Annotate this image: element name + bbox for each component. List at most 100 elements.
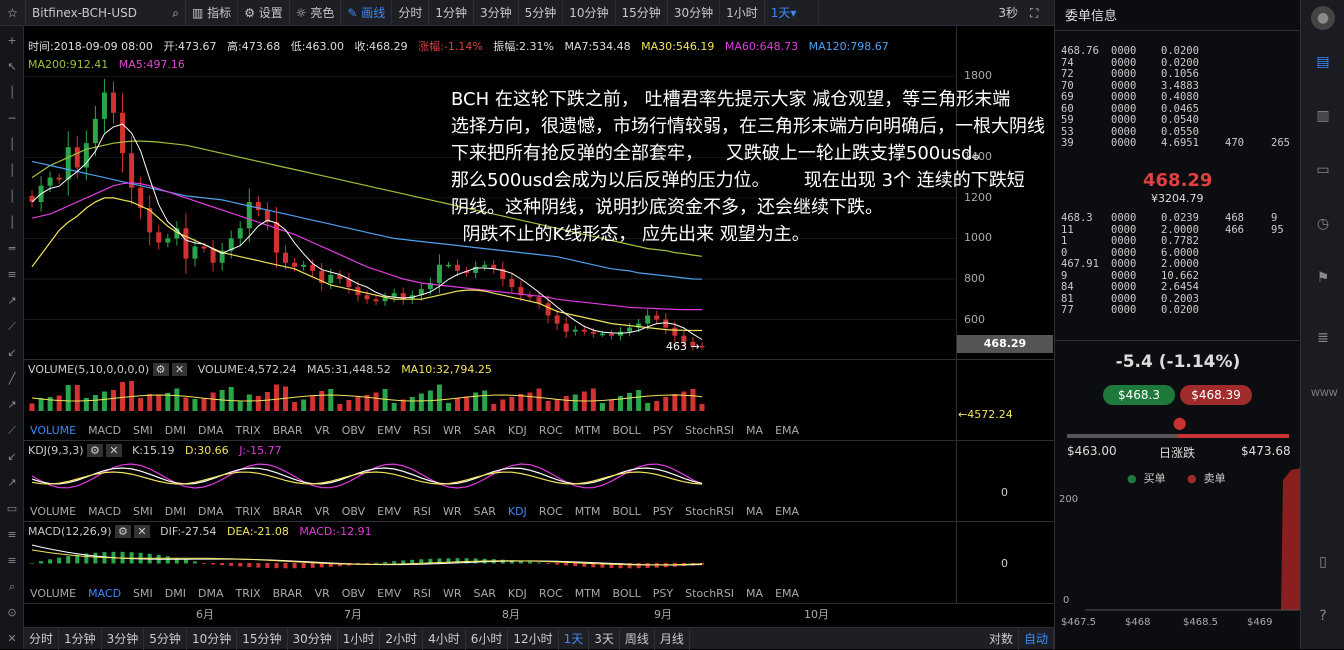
indicator-tab-vr[interactable]: VR xyxy=(309,585,336,603)
zoom-icon[interactable]: ⌕ xyxy=(5,580,19,594)
indicator-tab-smi[interactable]: SMI xyxy=(127,422,159,440)
clock-icon[interactable]: ◷ xyxy=(1311,212,1335,236)
indicator-tab-emv[interactable]: EMV xyxy=(371,503,407,521)
indicator-tab-kdj[interactable]: KDJ xyxy=(502,503,533,521)
www-icon[interactable]: WWW xyxy=(1311,382,1338,406)
interval-4[interactable]: 10分钟 xyxy=(563,0,616,26)
bottom-interval-12[interactable]: 1天 xyxy=(559,627,590,650)
volume-close-icon[interactable]: ✕ xyxy=(172,363,188,376)
indicator-tab-brar[interactable]: BRAR xyxy=(267,503,309,521)
bottom-interval-3[interactable]: 5分钟 xyxy=(144,627,187,650)
kdj-settings-icon[interactable]: ⚙ xyxy=(87,444,103,457)
indicator-tab-sar[interactable]: SAR xyxy=(468,585,502,603)
interval-6[interactable]: 30分钟 xyxy=(668,0,721,26)
avatar-icon[interactable]: ● xyxy=(1311,6,1335,30)
interval-dropdown[interactable]: 1天▾ xyxy=(765,0,819,26)
interval-3[interactable]: 5分钟 xyxy=(519,0,564,26)
indicator-tab-emv[interactable]: EMV xyxy=(371,422,407,440)
indicator-tab-wr[interactable]: WR xyxy=(437,422,468,440)
indicator-tab-ema[interactable]: EMA xyxy=(769,503,805,521)
interval-5[interactable]: 15分钟 xyxy=(616,0,668,26)
trash-icon[interactable]: ✕ xyxy=(5,632,19,646)
indicator-tab-sar[interactable]: SAR xyxy=(468,503,502,521)
indicator-tab-obv[interactable]: OBV xyxy=(336,585,371,603)
bar-chart-icon[interactable]: ▥ xyxy=(1311,104,1335,128)
bottom-interval-15[interactable]: 月线 xyxy=(655,627,690,650)
bottom-interval-14[interactable]: 周线 xyxy=(620,627,655,650)
arrow-icon[interactable]: ↙ xyxy=(5,346,19,360)
draw-button[interactable]: ✎ 画线 xyxy=(341,0,393,26)
indicator-tab-volume[interactable]: VOLUME xyxy=(24,585,82,603)
bottom-interval-6[interactable]: 30分钟 xyxy=(288,627,338,650)
stack-icon[interactable]: ≣ xyxy=(1311,326,1335,350)
indicator-tab-roc[interactable]: ROC xyxy=(533,503,569,521)
indicator-tab-macd[interactable]: MACD xyxy=(82,422,127,440)
rect-icon[interactable]: ▭ xyxy=(5,502,19,516)
bottom-interval-8[interactable]: 2小时 xyxy=(380,627,424,650)
indicator-tab-smi[interactable]: SMI xyxy=(127,585,159,603)
indicator-tab-rsi[interactable]: RSI xyxy=(407,503,437,521)
document-icon[interactable]: ▭ xyxy=(1311,158,1335,182)
indicator-tab-mtm[interactable]: MTM xyxy=(569,422,607,440)
indicator-tab-roc[interactable]: ROC xyxy=(533,585,569,603)
refresh-rate[interactable]: 3秒 xyxy=(992,0,1024,26)
indicator-tab-vr[interactable]: VR xyxy=(309,503,336,521)
indicator-tab-vr[interactable]: VR xyxy=(309,422,336,440)
indicator-tab-emv[interactable]: EMV xyxy=(371,585,407,603)
indicator-tab-wr[interactable]: WR xyxy=(437,585,468,603)
text-tool-icon[interactable]: ≡ xyxy=(5,528,19,542)
indicator-tab-boll[interactable]: BOLL xyxy=(607,585,647,603)
indicator-tab-stochrsi[interactable]: StochRSI xyxy=(679,422,740,440)
indicator-tab-dma[interactable]: DMA xyxy=(192,422,230,440)
interval-1[interactable]: 1分钟 xyxy=(429,0,474,26)
indicator-tab-ema[interactable]: EMA xyxy=(769,422,805,440)
bottom-interval-1[interactable]: 1分钟 xyxy=(59,627,102,650)
crosshair-icon[interactable]: + xyxy=(5,34,19,48)
hline-icon[interactable]: ─ xyxy=(5,112,19,126)
bottom-interval-0[interactable]: 分时 xyxy=(24,627,60,650)
bottom-interval-7[interactable]: 1小时 xyxy=(338,627,381,650)
help-icon[interactable]: ? xyxy=(1311,604,1335,628)
indicator-tab-kdj[interactable]: KDJ xyxy=(502,422,533,440)
indicator-tab-obv[interactable]: OBV xyxy=(336,422,371,440)
indicator-tab-macd[interactable]: MACD xyxy=(82,585,127,603)
indicator-tab-rsi[interactable]: RSI xyxy=(407,422,437,440)
vline-4-icon[interactable]: │ xyxy=(5,190,19,204)
indicator-tab-sar[interactable]: SAR xyxy=(468,422,502,440)
indicator-tab-dmi[interactable]: DMI xyxy=(159,503,192,521)
depth-chart[interactable] xyxy=(1055,460,1301,640)
indicator-tab-volume[interactable]: VOLUME xyxy=(24,422,82,440)
interval-2[interactable]: 3分钟 xyxy=(474,0,519,26)
indicator-tab-mtm[interactable]: MTM xyxy=(569,585,607,603)
kdj-close-icon[interactable]: ✕ xyxy=(106,444,122,457)
indicator-tab-smi[interactable]: SMI xyxy=(127,503,159,521)
equal-icon[interactable]: ═ xyxy=(5,242,19,256)
magnet-icon[interactable]: ⊙ xyxy=(5,606,19,620)
indicator-tab-dma[interactable]: DMA xyxy=(192,503,230,521)
bottom-interval-4[interactable]: 10分钟 xyxy=(187,627,238,650)
indicator-tab-macd[interactable]: MACD xyxy=(82,503,127,521)
flag-icon[interactable]: ⚑ xyxy=(1311,266,1335,290)
indicator-tab-dmi[interactable]: DMI xyxy=(159,422,192,440)
indicator-tab-trix[interactable]: TRIX xyxy=(229,503,266,521)
theme-button[interactable]: ☼ 亮色 xyxy=(290,0,342,26)
vline-3-icon[interactable]: │ xyxy=(5,164,19,178)
expand-icon[interactable]: ⛶ xyxy=(1024,0,1054,26)
macd-settings-icon[interactable]: ⚙ xyxy=(115,525,131,538)
indicators-button[interactable]: ▥ 指标 xyxy=(186,0,239,26)
fib-icon[interactable]: ⟋ xyxy=(5,424,19,438)
measure-icon[interactable]: ≡ xyxy=(5,554,19,568)
bottom-interval-9[interactable]: 4小时 xyxy=(423,627,466,650)
log-scale-toggle[interactable]: 对数 xyxy=(984,627,1019,650)
ray-icon[interactable]: ↗ xyxy=(5,294,19,308)
vline-5-icon[interactable]: │ xyxy=(5,216,19,230)
indicator-tab-mtm[interactable]: MTM xyxy=(569,503,607,521)
indicator-tab-ma[interactable]: MA xyxy=(740,503,769,521)
interval-0[interactable]: 分时 xyxy=(392,0,430,26)
symbol-selector[interactable]: Bitfinex-BCH-USD ⌕ xyxy=(26,0,186,26)
bottom-interval-5[interactable]: 15分钟 xyxy=(237,627,288,650)
indicator-tab-boll[interactable]: BOLL xyxy=(607,503,647,521)
indicator-tab-psy[interactable]: PSY xyxy=(647,422,679,440)
indicator-tab-obv[interactable]: OBV xyxy=(336,503,371,521)
indicator-tab-ma[interactable]: MA xyxy=(740,422,769,440)
